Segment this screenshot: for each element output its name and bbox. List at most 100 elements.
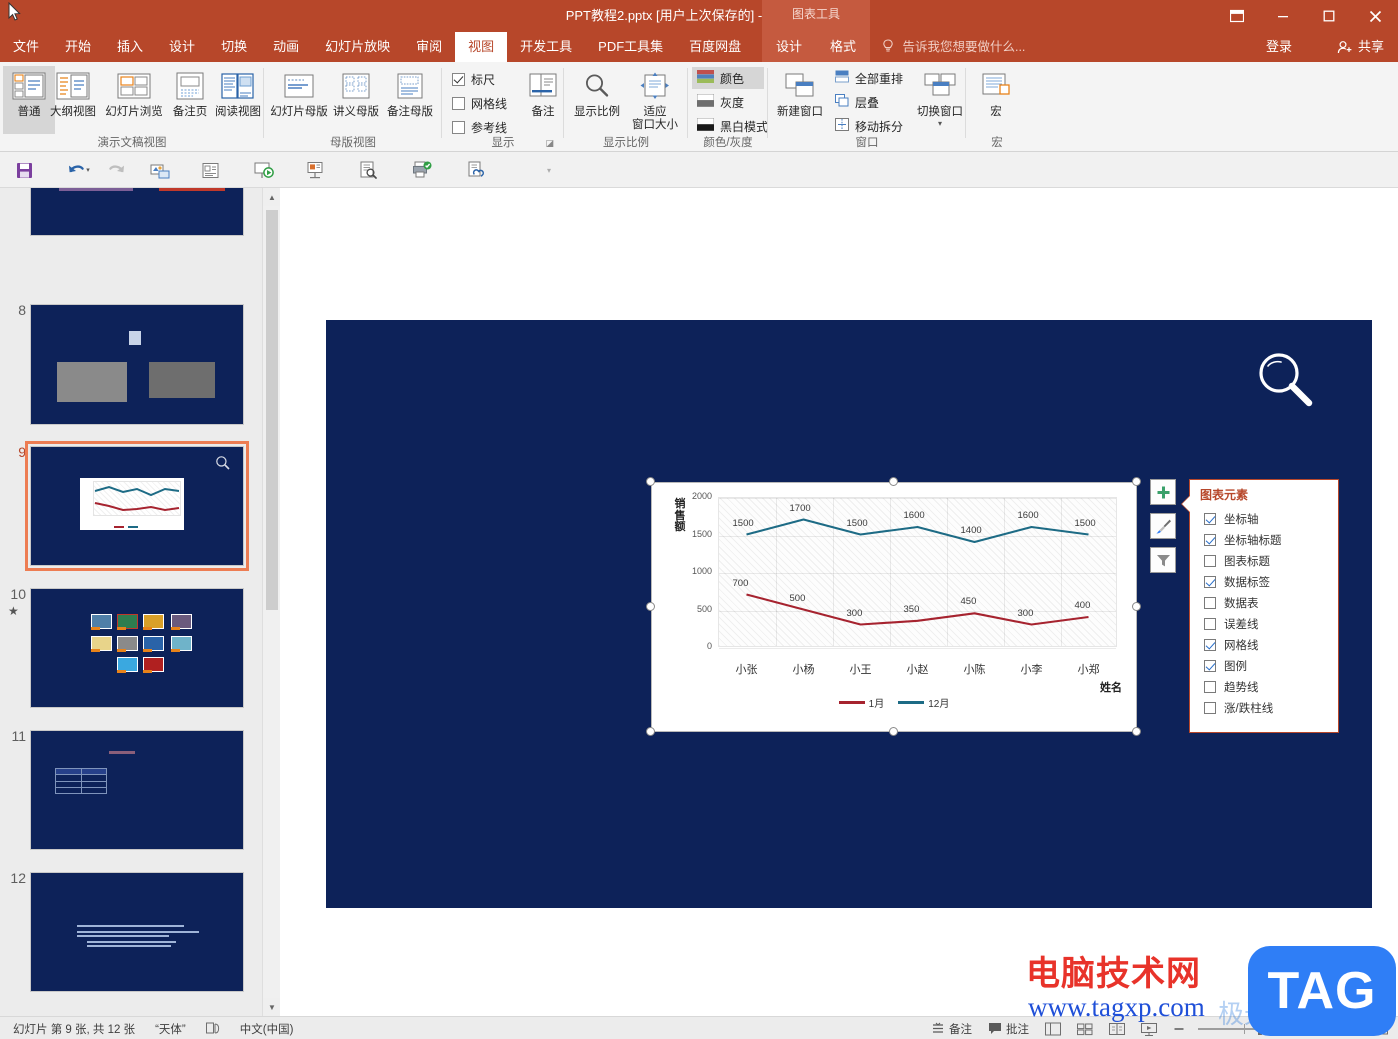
tell-me-search[interactable]: 告诉我您想要做什么... <box>882 32 1025 62</box>
chart-element-item[interactable]: 数据表 <box>1204 592 1332 613</box>
thumbnail-slide-10[interactable]: 10 ★ <box>8 586 244 708</box>
chart-element-checkbox[interactable] <box>1204 701 1216 714</box>
tab-chart-design[interactable]: 设计 <box>762 32 816 62</box>
selection-handle-tc[interactable] <box>889 477 898 486</box>
minimize-icon[interactable] <box>1260 0 1306 32</box>
show-dialog-launcher-icon[interactable]: ◪ <box>545 138 554 149</box>
scroll-down-arrow-icon[interactable]: ▼ <box>263 998 281 1016</box>
hyperlink-icon[interactable] <box>462 156 490 184</box>
chart-legend-item[interactable]: 1月 <box>838 695 884 710</box>
ribbon-display-options-icon[interactable] <box>1214 0 1260 32</box>
tab-view[interactable]: 视图 <box>455 32 508 62</box>
notes-toggle-button[interactable]: 备注 <box>928 1019 975 1038</box>
tab-design[interactable]: 设计 <box>156 32 208 62</box>
tab-home[interactable]: 开始 <box>52 32 104 62</box>
chart-element-item[interactable]: 坐标轴 <box>1204 508 1332 529</box>
chart-styles-button[interactable] <box>1150 513 1176 539</box>
theme-name[interactable]: “天体” <box>152 1019 189 1038</box>
zoom-slider-knob[interactable] <box>1257 1022 1262 1035</box>
tab-chart-format[interactable]: 格式 <box>816 32 870 62</box>
view-slideshow-status-button[interactable] <box>1138 1019 1160 1038</box>
chart-legend[interactable]: 1月 12月 <box>652 695 1136 710</box>
language-indicator[interactable]: 中文(中国) <box>237 1019 297 1038</box>
chart-element-checkbox[interactable] <box>1204 554 1216 567</box>
selection-handle-ml[interactable] <box>646 602 655 611</box>
save-icon[interactable] <box>10 156 38 184</box>
chart-element-item[interactable]: 网格线 <box>1204 634 1332 655</box>
customize-qat-icon[interactable]: ▾ <box>540 156 558 184</box>
checkbox-gridlines[interactable]: 网格线 <box>448 92 511 114</box>
thumbnail-slide-12[interactable]: 12 <box>10 870 244 992</box>
tab-transitions[interactable]: 切换 <box>208 32 260 62</box>
arrange-all-button[interactable]: 全部重排 <box>830 67 914 89</box>
chart-elements-button[interactable] <box>1150 479 1176 505</box>
chart-element-checkbox[interactable] <box>1204 596 1216 609</box>
undo-dropdown-icon[interactable]: ▾ <box>82 156 94 184</box>
zoom-slider[interactable] <box>1197 1022 1294 1036</box>
color-button[interactable]: 颜色 <box>692 67 764 89</box>
view-sorter-status-button[interactable] <box>1074 1019 1096 1038</box>
chart-element-checkbox[interactable] <box>1204 512 1216 525</box>
tab-developer[interactable]: 开发工具 <box>507 32 585 62</box>
zoom-level-label[interactable]: 74% <box>1332 1019 1361 1038</box>
zoom-out-button[interactable] <box>1170 1019 1188 1038</box>
tab-baidu-netdisk[interactable]: 百度网盘 <box>676 32 754 62</box>
quick-print-icon[interactable] <box>408 156 436 184</box>
cascade-button[interactable]: 层叠 <box>830 91 914 113</box>
maximize-icon[interactable] <box>1306 0 1352 32</box>
slide-position-indicator[interactable]: 幻灯片 第 9 张, 共 12 张 <box>10 1019 138 1038</box>
zoom-in-button[interactable] <box>1304 1019 1322 1038</box>
sign-in-button[interactable]: 登录 <box>1256 32 1302 62</box>
chart-element-item[interactable]: 图表标题 <box>1204 550 1332 571</box>
tab-pdf-tools[interactable]: PDF工具集 <box>585 32 676 62</box>
chart-element-item[interactable]: 坐标轴标题 <box>1204 529 1332 550</box>
chart-element-checkbox[interactable] <box>1204 533 1216 546</box>
scroll-up-arrow-icon[interactable]: ▲ <box>263 188 281 206</box>
chart-object[interactable]: 0 500 1000 1500 2000 小张 小杨 小王 小赵 小陈 小李 小郑 700 500 300 3… <box>651 482 1137 732</box>
slide-master-button[interactable]: 幻灯片母版 <box>270 66 328 134</box>
notes-pane-button[interactable]: 备注 <box>522 66 564 134</box>
chart-element-item[interactable]: 趋势线 <box>1204 676 1332 697</box>
new-window-button[interactable]: 新建窗口 <box>772 66 828 134</box>
fit-slide-to-window-button[interactable] <box>1371 1019 1392 1038</box>
thumbnail-slide-11[interactable]: 11 <box>11 728 244 850</box>
thumbnail-slide-9[interactable]: 9 <box>18 441 249 571</box>
zoom-button[interactable]: 显示比例 <box>570 66 624 134</box>
view-notes-page-button[interactable]: 备注页 <box>167 66 213 134</box>
chart-element-checkbox[interactable] <box>1204 617 1216 630</box>
selection-handle-bl[interactable] <box>646 727 655 736</box>
chart-filters-button[interactable] <box>1150 547 1176 573</box>
thumbnail-slide-7[interactable] <box>30 188 244 236</box>
chart-element-checkbox[interactable] <box>1204 575 1216 588</box>
magnifier-icon[interactable] <box>1254 348 1316 410</box>
chart-series-line[interactable] <box>746 518 1089 544</box>
present-icon[interactable] <box>250 156 278 184</box>
print-preview-icon[interactable] <box>354 156 382 184</box>
chart-element-item[interactable]: 数据标签 <box>1204 571 1332 592</box>
switch-windows-dropdown-icon[interactable]: ▾ <box>938 119 942 128</box>
tab-file[interactable]: 文件 <box>0 32 52 62</box>
selection-handle-br[interactable] <box>1132 727 1141 736</box>
slideshow-icon[interactable] <box>302 156 330 184</box>
close-icon[interactable] <box>1352 0 1398 32</box>
selection-handle-mr[interactable] <box>1132 602 1141 611</box>
handout-master-button[interactable]: 讲义母版 <box>330 66 382 134</box>
view-normal-status-button[interactable] <box>1042 1019 1064 1038</box>
grayscale-button[interactable]: 灰度 <box>692 91 764 113</box>
view-outline-button[interactable]: 大纲视图 <box>45 66 101 134</box>
share-button[interactable]: 共享 <box>1329 32 1392 62</box>
selection-handle-tr[interactable] <box>1132 477 1141 486</box>
chart-legend-item[interactable]: 12月 <box>898 695 949 710</box>
thumbnail-slide-8[interactable]: 8 <box>18 302 244 425</box>
macro-button[interactable]: 宏 <box>972 66 1020 134</box>
chart-elements-flyout[interactable]: 图表元素 坐标轴 坐标轴标题 图表标题 数据标签 数据表 误差线 网格线 图例 趋势线 涨/跌柱线 <box>1182 479 1339 733</box>
tab-slideshow[interactable]: 幻灯片放映 <box>312 32 403 62</box>
chart-element-checkbox[interactable] <box>1204 638 1216 651</box>
scrollbar-thumb[interactable] <box>266 210 278 610</box>
redo-icon[interactable] <box>102 156 130 184</box>
selection-handle-tl[interactable] <box>646 477 655 486</box>
slide-thumbnail-pane[interactable]: 8 9 10 ★ 11 12 <box>0 188 262 1016</box>
new-slide-icon[interactable] <box>196 156 224 184</box>
chart-axis-title-x[interactable]: 姓名 <box>1100 679 1122 695</box>
chart-axis-title-y[interactable]: 销售额 <box>672 498 688 534</box>
